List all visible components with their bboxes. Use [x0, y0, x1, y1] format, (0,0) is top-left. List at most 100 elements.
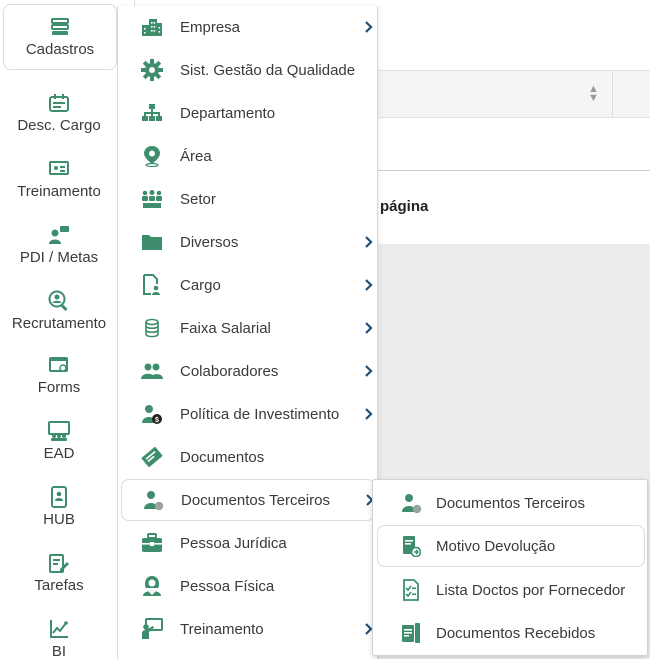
classroom-icon	[48, 420, 70, 441]
person-doc-icon	[399, 491, 423, 515]
person-female-icon	[140, 574, 164, 598]
menu-item-departamento[interactable]: Departamento	[120, 92, 376, 134]
filter-divider	[612, 71, 613, 117]
sidebar-item-ead[interactable]: EAD	[2, 408, 116, 474]
menu-item-label: Pessoa Jurídica	[180, 534, 287, 552]
menu-item-colaboradores[interactable]: Colaboradores	[120, 350, 376, 392]
people-icon	[140, 359, 164, 383]
search-person-icon	[48, 290, 70, 311]
submenu-item-label: Lista Doctos por Fornecedor	[436, 581, 626, 599]
calendar-icon	[48, 93, 70, 113]
sidebar-item-pdi-metas[interactable]: PDI / Metas	[2, 212, 116, 278]
cadastros-menu: Empresa Sist. Gestão da Qualidade Depart…	[117, 6, 378, 659]
document-person-icon	[140, 273, 164, 297]
menu-item-cargo[interactable]: Cargo	[120, 264, 376, 306]
menu-item-label: Sist. Gestão da Qualidade	[180, 61, 356, 79]
submenu-item-documentos-recebidos[interactable]: Documentos Recebidos	[377, 612, 645, 654]
checklist-icon	[399, 578, 423, 602]
menu-item-label: Faixa Salarial	[180, 319, 271, 337]
menu-item-pessoa-fisica[interactable]: Pessoa Física	[120, 565, 376, 607]
sidebar-item-desc-cargo[interactable]: Desc. Cargo	[2, 80, 116, 146]
menu-item-documentos[interactable]: Documentos	[120, 436, 376, 478]
menu-item-treinamento[interactable]: Treinamento	[120, 608, 376, 650]
chart-icon	[48, 619, 70, 639]
sidebar-item-label: EAD	[43, 444, 75, 462]
menu-item-label: Documentos Terceiros	[181, 491, 330, 509]
sidebar-item-label: Tarefas	[34, 576, 84, 594]
edit-document-icon	[48, 553, 70, 573]
briefcase-icon	[140, 531, 164, 555]
sidebar-item-label: PDI / Metas	[19, 248, 99, 266]
trainer-icon	[140, 617, 164, 641]
presentation-icon	[48, 159, 70, 179]
sidebar-item-label: Desc. Cargo	[17, 116, 101, 134]
sidebar-item-label: Recrutamento	[11, 314, 107, 332]
sidebar-item-treinamento[interactable]: Treinamento	[2, 146, 116, 212]
menu-item-label: Documentos	[180, 448, 265, 466]
menu-item-label: Diversos	[180, 233, 239, 251]
team-icon	[140, 187, 164, 211]
select-sort-icon[interactable]: ▲ ▼	[588, 84, 599, 104]
menu-item-setor[interactable]: Setor	[120, 178, 376, 220]
form-icon	[48, 355, 70, 375]
location-pin-icon	[140, 144, 164, 168]
sidebar-item-cadastros[interactable]: Cadastros	[3, 4, 117, 70]
submenu-item-lista-doctos-fornecedor[interactable]: Lista Doctos por Fornecedor	[377, 569, 645, 611]
menu-item-label: Treinamento	[180, 620, 264, 638]
chevron-right-icon	[364, 322, 374, 334]
menu-item-politica-investimento[interactable]: $ Política de Investimento	[120, 393, 376, 435]
submenu-item-label: Documentos Terceiros	[436, 494, 585, 512]
module-sidebar: Cadastros Desc. Cargo Treinamento PDI / …	[0, 0, 118, 659]
building-icon	[140, 15, 164, 39]
sidebar-item-label: BI	[51, 642, 67, 659]
sidebar-item-label: Treinamento	[17, 182, 101, 200]
table-header-label: página	[380, 198, 429, 215]
gear-icon	[140, 58, 164, 82]
person-doc-icon	[141, 488, 165, 512]
sidebar-item-forms[interactable]: Forms	[2, 342, 116, 408]
menu-item-documentos-terceiros[interactable]: Documentos Terceiros	[121, 479, 375, 521]
certificate-icon	[140, 445, 164, 469]
chevron-right-icon	[364, 279, 374, 291]
menu-item-faixa-salarial[interactable]: Faixa Salarial	[120, 307, 376, 349]
sidebar-item-recrutamento[interactable]: Recrutamento	[2, 278, 116, 344]
svg-text:$: $	[155, 417, 159, 424]
coins-icon	[140, 316, 164, 340]
submenu-item-label: Documentos Recebidos	[436, 624, 596, 642]
chevron-right-icon	[364, 236, 374, 248]
chevron-right-icon	[364, 365, 374, 377]
sidebar-item-bi[interactable]: BI	[2, 606, 116, 659]
list-icon	[49, 17, 71, 37]
documentos-terceiros-submenu: Documentos Terceiros Motivo Devolução Li…	[372, 479, 648, 656]
person-money-icon: $	[140, 402, 164, 426]
menu-item-area[interactable]: Área	[120, 135, 376, 177]
menu-item-pessoa-juridica[interactable]: Pessoa Jurídica	[120, 522, 376, 564]
submenu-item-documentos-terceiros[interactable]: Documentos Terceiros	[377, 482, 645, 524]
menu-item-diversos[interactable]: Diversos	[120, 221, 376, 263]
menu-item-label: Cargo	[180, 276, 221, 294]
menu-item-label: Setor	[180, 190, 216, 208]
menu-item-sist-gestao-qualidade[interactable]: Sist. Gestão da Qualidade	[120, 49, 376, 91]
sidebar-item-label: Cadastros	[25, 40, 95, 58]
menu-item-empresa[interactable]: Empresa	[120, 6, 376, 48]
submenu-item-label: Motivo Devolução	[436, 537, 556, 555]
menu-item-label: Empresa	[180, 18, 241, 36]
received-docs-icon	[399, 621, 423, 645]
sidebar-item-hub[interactable]: HUB	[2, 474, 116, 540]
sidebar-item-label: HUB	[43, 510, 75, 528]
chevron-right-icon	[364, 21, 374, 33]
sidebar-item-tarefas[interactable]: Tarefas	[2, 540, 116, 606]
org-chart-icon	[140, 101, 164, 125]
menu-item-label: Área	[180, 147, 212, 165]
submenu-item-motivo-devolucao[interactable]: Motivo Devolução	[377, 525, 645, 567]
mobile-icon	[48, 485, 70, 508]
menu-item-label: Colaboradores	[180, 362, 279, 380]
menu-item-label: Pessoa Física	[180, 577, 275, 595]
sidebar-item-label: Forms	[37, 378, 81, 396]
person-chat-icon	[48, 225, 70, 245]
folder-icon	[140, 230, 164, 254]
document-return-icon	[399, 534, 423, 558]
menu-item-label: Departamento	[180, 104, 276, 122]
menu-item-label: Política de Investimento	[180, 405, 340, 423]
chevron-right-icon	[364, 408, 374, 420]
